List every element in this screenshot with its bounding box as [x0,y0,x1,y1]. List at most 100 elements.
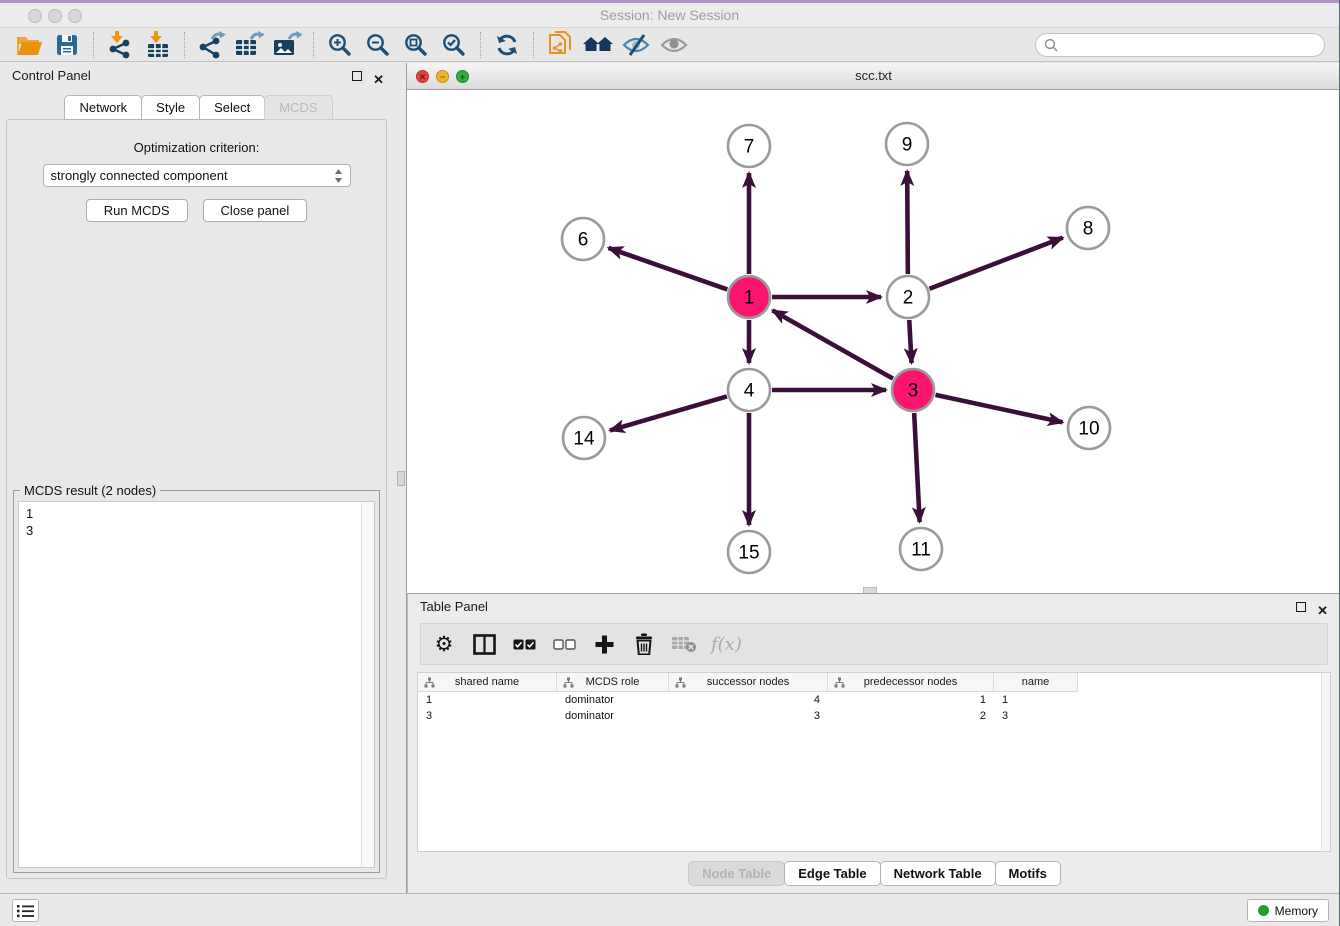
graph-edge-3-1[interactable] [772,310,893,378]
table-cell[interactable]: 1 [828,692,994,708]
table-cell[interactable]: 3 [994,708,1078,724]
home-view-icon[interactable] [579,30,617,60]
delete-column-icon[interactable] [631,629,657,659]
graph-node-label: 1 [744,288,755,309]
open-session-icon[interactable] [10,30,48,60]
application-window: Session: New Session [0,0,1340,926]
close-panel-button[interactable]: Close panel [203,199,308,222]
table-cell[interactable]: 1 [418,692,557,708]
graph-edge-3-10[interactable] [935,395,1062,422]
tab-style[interactable]: Style [141,95,200,120]
graph-edge-2-9[interactable] [907,171,908,274]
function-builder-icon[interactable]: f(x) [711,629,742,659]
tab-network-table[interactable]: Network Table [880,861,996,886]
run-mcds-button[interactable]: Run MCDS [86,199,188,222]
table-cell[interactable]: dominator [557,708,669,724]
toolbar-separator [313,32,314,58]
mcds-result-group: MCDS result (2 nodes) 13 [13,490,380,873]
tab-select[interactable]: Select [199,95,265,120]
graph-edge-3-11[interactable] [914,413,919,522]
zoom-out-icon[interactable] [359,30,397,60]
search-input[interactable] [1063,38,1316,52]
toolbar-separator [533,32,534,58]
graph-node-label: 15 [738,543,759,564]
deselect-all-columns-icon[interactable] [551,629,577,659]
zoom-selected-icon[interactable] [435,30,473,60]
table-settings-icon[interactable]: ⚙ [431,629,457,659]
criterion-dropdown-value: strongly connected component [51,168,334,183]
table-row[interactable]: 1dominator411 [418,692,1330,708]
status-bar: Memory [0,893,1339,926]
graph-node-label: 8 [1083,219,1094,240]
table-cell[interactable]: 4 [669,692,828,708]
memory-button[interactable]: Memory [1247,899,1329,922]
column-header-predecessor-nodes[interactable]: predecessor nodes [828,673,994,692]
graph-node-label: 11 [911,540,931,561]
import-network-icon[interactable] [101,30,139,60]
mcds-result-line: 1 [26,505,367,522]
mcds-result-title: MCDS result (2 nodes) [20,483,160,498]
table-cell[interactable]: 2 [828,708,994,724]
graph-edge-4-14[interactable] [610,396,727,430]
graph-node-label: 7 [744,137,755,158]
refresh-view-icon[interactable] [488,30,526,60]
table-cell[interactable]: 1 [994,692,1078,708]
graph-edge-2-3[interactable] [909,320,911,363]
export-table-icon[interactable] [230,30,268,60]
graph-node-label: 9 [902,135,913,156]
graph-edge-1-6[interactable] [608,248,727,290]
save-session-icon[interactable] [48,30,86,60]
result-scrollbar[interactable] [361,502,374,867]
task-history-button[interactable] [12,899,39,922]
show-graphics-details-icon[interactable] [655,30,693,60]
show-columns-icon[interactable] [471,629,497,659]
vertical-splitter-handle[interactable] [397,471,405,486]
mcds-panel-icon[interactable] [541,30,579,60]
graph-node-label: 4 [744,381,755,402]
list-icon [17,904,34,918]
control-panel: Control Panel ✕ NetworkStyleSelectMCDS O… [0,63,396,893]
zoom-in-icon[interactable] [321,30,359,60]
node-table[interactable]: shared nameMCDS rolesuccessor nodesprede… [417,672,1331,852]
network-canvas[interactable]: 7968124314101511 [407,90,1340,593]
table-scrollbar[interactable] [1321,673,1330,851]
table-float-panel-icon[interactable] [1296,602,1306,612]
tab-node-table[interactable]: Node Table [688,861,785,886]
add-column-icon[interactable] [591,629,617,659]
search-box[interactable] [1035,33,1325,57]
vertical-splitter[interactable] [396,63,407,893]
column-header-name[interactable]: name [994,673,1078,692]
tab-network[interactable]: Network [64,95,142,120]
graph-node-label: 14 [573,429,595,450]
mcds-tab-content: Optimization criterion: strongly connect… [6,119,387,879]
table-panel: Table Panel ✕ ⚙ f(x) [407,593,1340,893]
table-cell[interactable]: dominator [557,692,669,708]
export-image-icon[interactable] [268,30,306,60]
tab-motifs[interactable]: Motifs [995,861,1061,886]
table-cell[interactable]: 3 [669,708,828,724]
graph-node-label: 10 [1078,419,1099,440]
close-panel-icon[interactable]: ✕ [373,67,384,93]
float-panel-icon[interactable] [352,71,362,81]
hierarchy-icon [675,677,686,688]
select-all-columns-icon[interactable] [511,629,537,659]
network-window-titlebar[interactable]: ✕ − + scc.txt [407,63,1340,90]
tab-mcds[interactable]: MCDS [264,95,332,120]
mcds-result-box[interactable]: 13 [18,501,375,868]
column-header-mcds-role[interactable]: MCDS role [557,673,669,692]
column-header-shared-name[interactable]: shared name [418,673,557,692]
hide-graphics-details-icon[interactable] [617,30,655,60]
criterion-dropdown[interactable]: strongly connected component [43,164,351,187]
zoom-fit-icon[interactable] [397,30,435,60]
table-cell[interactable]: 3 [418,708,557,724]
table-row[interactable]: 3dominator323 [418,708,1330,724]
tab-edge-table[interactable]: Edge Table [784,861,880,886]
import-table-icon[interactable] [139,30,177,60]
network-view-window: ✕ − + scc.txt 7968124314101511 [407,63,1340,593]
export-network-icon[interactable] [192,30,230,60]
column-header-successor-nodes[interactable]: successor nodes [669,673,828,692]
delete-table-icon[interactable] [671,629,697,659]
table-close-panel-icon[interactable]: ✕ [1317,598,1328,624]
graph-node-label: 6 [578,230,589,251]
graph-edge-2-8[interactable] [929,238,1062,289]
